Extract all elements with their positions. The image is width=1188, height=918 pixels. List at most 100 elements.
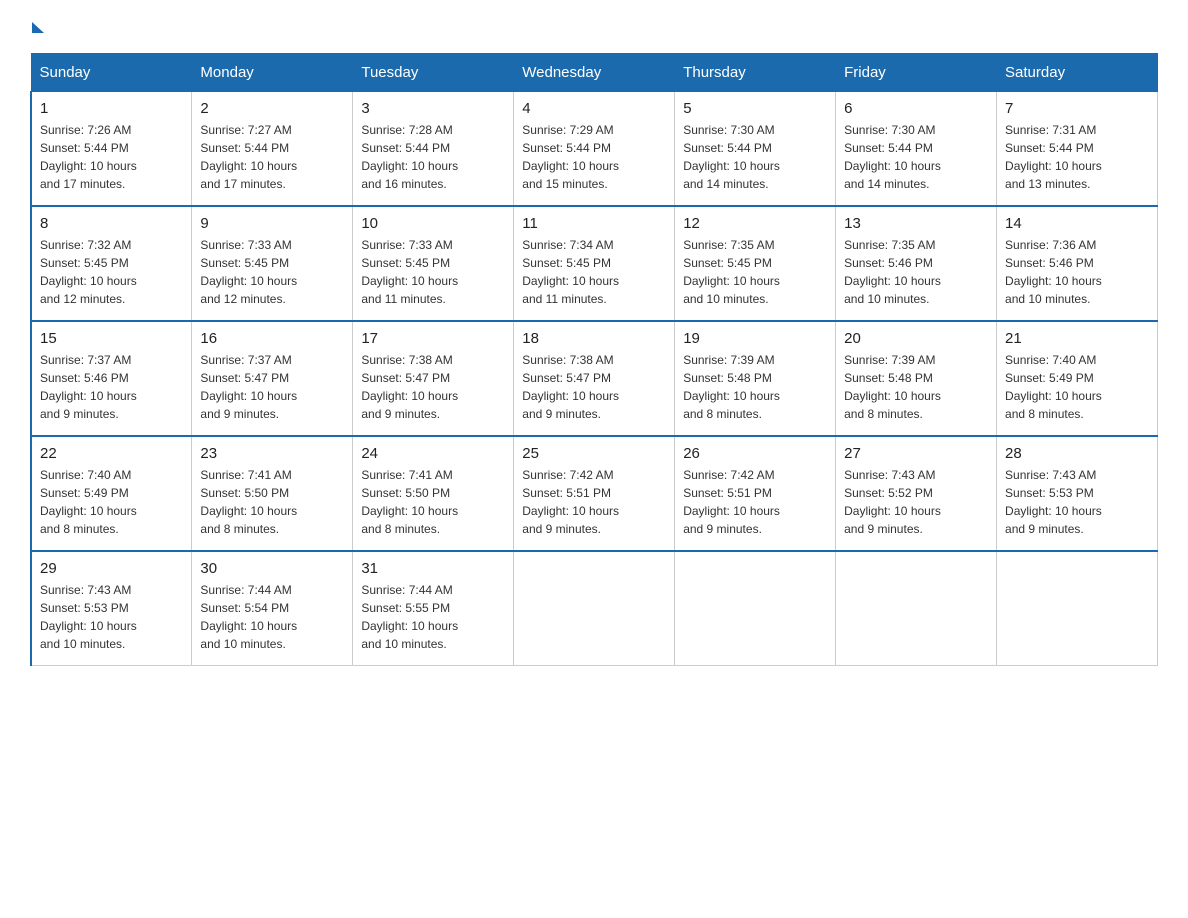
day-info: Sunrise: 7:27 AMSunset: 5:44 PMDaylight:…: [200, 121, 344, 193]
day-info: Sunrise: 7:35 AMSunset: 5:46 PMDaylight:…: [844, 236, 988, 308]
day-info: Sunrise: 7:41 AMSunset: 5:50 PMDaylight:…: [200, 466, 344, 538]
day-cell: 8 Sunrise: 7:32 AMSunset: 5:45 PMDayligh…: [31, 206, 192, 321]
day-number: 18: [522, 330, 666, 347]
day-number: 11: [522, 215, 666, 232]
day-info: Sunrise: 7:30 AMSunset: 5:44 PMDaylight:…: [844, 121, 988, 193]
day-info: Sunrise: 7:37 AMSunset: 5:47 PMDaylight:…: [200, 351, 344, 423]
day-number: 26: [683, 445, 827, 462]
day-cell: 11 Sunrise: 7:34 AMSunset: 5:45 PMDaylig…: [514, 206, 675, 321]
day-number: 23: [200, 445, 344, 462]
day-cell: 22 Sunrise: 7:40 AMSunset: 5:49 PMDaylig…: [31, 436, 192, 551]
day-cell: 1 Sunrise: 7:26 AMSunset: 5:44 PMDayligh…: [31, 92, 192, 207]
day-info: Sunrise: 7:39 AMSunset: 5:48 PMDaylight:…: [844, 351, 988, 423]
day-cell: 21 Sunrise: 7:40 AMSunset: 5:49 PMDaylig…: [997, 321, 1158, 436]
day-info: Sunrise: 7:40 AMSunset: 5:49 PMDaylight:…: [40, 466, 183, 538]
day-cell: 15 Sunrise: 7:37 AMSunset: 5:46 PMDaylig…: [31, 321, 192, 436]
day-cell: 28 Sunrise: 7:43 AMSunset: 5:53 PMDaylig…: [997, 436, 1158, 551]
day-cell: [514, 551, 675, 666]
day-info: Sunrise: 7:43 AMSunset: 5:53 PMDaylight:…: [1005, 466, 1149, 538]
logo: [30, 20, 44, 33]
day-cell: [675, 551, 836, 666]
week-row-3: 15 Sunrise: 7:37 AMSunset: 5:46 PMDaylig…: [31, 321, 1158, 436]
day-number: 14: [1005, 215, 1149, 232]
day-cell: 7 Sunrise: 7:31 AMSunset: 5:44 PMDayligh…: [997, 92, 1158, 207]
day-cell: 25 Sunrise: 7:42 AMSunset: 5:51 PMDaylig…: [514, 436, 675, 551]
day-number: 3: [361, 100, 505, 117]
header-thursday: Thursday: [675, 54, 836, 92]
header-monday: Monday: [192, 54, 353, 92]
day-info: Sunrise: 7:33 AMSunset: 5:45 PMDaylight:…: [200, 236, 344, 308]
day-info: Sunrise: 7:44 AMSunset: 5:55 PMDaylight:…: [361, 581, 505, 653]
day-number: 20: [844, 330, 988, 347]
day-info: Sunrise: 7:29 AMSunset: 5:44 PMDaylight:…: [522, 121, 666, 193]
day-cell: 6 Sunrise: 7:30 AMSunset: 5:44 PMDayligh…: [836, 92, 997, 207]
day-number: 9: [200, 215, 344, 232]
day-info: Sunrise: 7:34 AMSunset: 5:45 PMDaylight:…: [522, 236, 666, 308]
day-number: 19: [683, 330, 827, 347]
day-cell: 2 Sunrise: 7:27 AMSunset: 5:44 PMDayligh…: [192, 92, 353, 207]
day-cell: 3 Sunrise: 7:28 AMSunset: 5:44 PMDayligh…: [353, 92, 514, 207]
week-row-4: 22 Sunrise: 7:40 AMSunset: 5:49 PMDaylig…: [31, 436, 1158, 551]
day-number: 1: [40, 100, 183, 117]
day-cell: [997, 551, 1158, 666]
day-cell: 26 Sunrise: 7:42 AMSunset: 5:51 PMDaylig…: [675, 436, 836, 551]
day-info: Sunrise: 7:43 AMSunset: 5:53 PMDaylight:…: [40, 581, 183, 653]
day-number: 13: [844, 215, 988, 232]
day-info: Sunrise: 7:39 AMSunset: 5:48 PMDaylight:…: [683, 351, 827, 423]
day-number: 12: [683, 215, 827, 232]
day-cell: 12 Sunrise: 7:35 AMSunset: 5:45 PMDaylig…: [675, 206, 836, 321]
day-number: 15: [40, 330, 183, 347]
day-cell: 27 Sunrise: 7:43 AMSunset: 5:52 PMDaylig…: [836, 436, 997, 551]
day-number: 29: [40, 560, 183, 577]
day-info: Sunrise: 7:37 AMSunset: 5:46 PMDaylight:…: [40, 351, 183, 423]
day-info: Sunrise: 7:32 AMSunset: 5:45 PMDaylight:…: [40, 236, 183, 308]
day-info: Sunrise: 7:40 AMSunset: 5:49 PMDaylight:…: [1005, 351, 1149, 423]
day-cell: 31 Sunrise: 7:44 AMSunset: 5:55 PMDaylig…: [353, 551, 514, 666]
day-number: 27: [844, 445, 988, 462]
day-number: 21: [1005, 330, 1149, 347]
logo-text: [30, 20, 44, 33]
day-info: Sunrise: 7:36 AMSunset: 5:46 PMDaylight:…: [1005, 236, 1149, 308]
day-number: 2: [200, 100, 344, 117]
day-info: Sunrise: 7:28 AMSunset: 5:44 PMDaylight:…: [361, 121, 505, 193]
day-info: Sunrise: 7:38 AMSunset: 5:47 PMDaylight:…: [522, 351, 666, 423]
day-cell: 13 Sunrise: 7:35 AMSunset: 5:46 PMDaylig…: [836, 206, 997, 321]
day-info: Sunrise: 7:30 AMSunset: 5:44 PMDaylight:…: [683, 121, 827, 193]
day-number: 7: [1005, 100, 1149, 117]
day-cell: 30 Sunrise: 7:44 AMSunset: 5:54 PMDaylig…: [192, 551, 353, 666]
day-info: Sunrise: 7:41 AMSunset: 5:50 PMDaylight:…: [361, 466, 505, 538]
day-cell: 14 Sunrise: 7:36 AMSunset: 5:46 PMDaylig…: [997, 206, 1158, 321]
day-number: 5: [683, 100, 827, 117]
header-friday: Friday: [836, 54, 997, 92]
day-cell: 18 Sunrise: 7:38 AMSunset: 5:47 PMDaylig…: [514, 321, 675, 436]
calendar-table: SundayMondayTuesdayWednesdayThursdayFrid…: [30, 53, 1158, 666]
day-info: Sunrise: 7:35 AMSunset: 5:45 PMDaylight:…: [683, 236, 827, 308]
day-cell: 24 Sunrise: 7:41 AMSunset: 5:50 PMDaylig…: [353, 436, 514, 551]
day-cell: [836, 551, 997, 666]
header-sunday: Sunday: [31, 54, 192, 92]
day-number: 10: [361, 215, 505, 232]
day-info: Sunrise: 7:44 AMSunset: 5:54 PMDaylight:…: [200, 581, 344, 653]
week-row-1: 1 Sunrise: 7:26 AMSunset: 5:44 PMDayligh…: [31, 92, 1158, 207]
day-number: 4: [522, 100, 666, 117]
day-cell: 4 Sunrise: 7:29 AMSunset: 5:44 PMDayligh…: [514, 92, 675, 207]
weekday-header-row: SundayMondayTuesdayWednesdayThursdayFrid…: [31, 54, 1158, 92]
header-wednesday: Wednesday: [514, 54, 675, 92]
day-cell: 23 Sunrise: 7:41 AMSunset: 5:50 PMDaylig…: [192, 436, 353, 551]
day-cell: 29 Sunrise: 7:43 AMSunset: 5:53 PMDaylig…: [31, 551, 192, 666]
week-row-2: 8 Sunrise: 7:32 AMSunset: 5:45 PMDayligh…: [31, 206, 1158, 321]
week-row-5: 29 Sunrise: 7:43 AMSunset: 5:53 PMDaylig…: [31, 551, 1158, 666]
day-number: 31: [361, 560, 505, 577]
day-info: Sunrise: 7:42 AMSunset: 5:51 PMDaylight:…: [522, 466, 666, 538]
day-info: Sunrise: 7:43 AMSunset: 5:52 PMDaylight:…: [844, 466, 988, 538]
day-number: 8: [40, 215, 183, 232]
day-number: 16: [200, 330, 344, 347]
page-header: [30, 20, 1158, 33]
day-cell: 9 Sunrise: 7:33 AMSunset: 5:45 PMDayligh…: [192, 206, 353, 321]
header-tuesday: Tuesday: [353, 54, 514, 92]
day-number: 25: [522, 445, 666, 462]
day-cell: 17 Sunrise: 7:38 AMSunset: 5:47 PMDaylig…: [353, 321, 514, 436]
day-info: Sunrise: 7:38 AMSunset: 5:47 PMDaylight:…: [361, 351, 505, 423]
logo-arrow-icon: [32, 22, 44, 33]
day-cell: 20 Sunrise: 7:39 AMSunset: 5:48 PMDaylig…: [836, 321, 997, 436]
